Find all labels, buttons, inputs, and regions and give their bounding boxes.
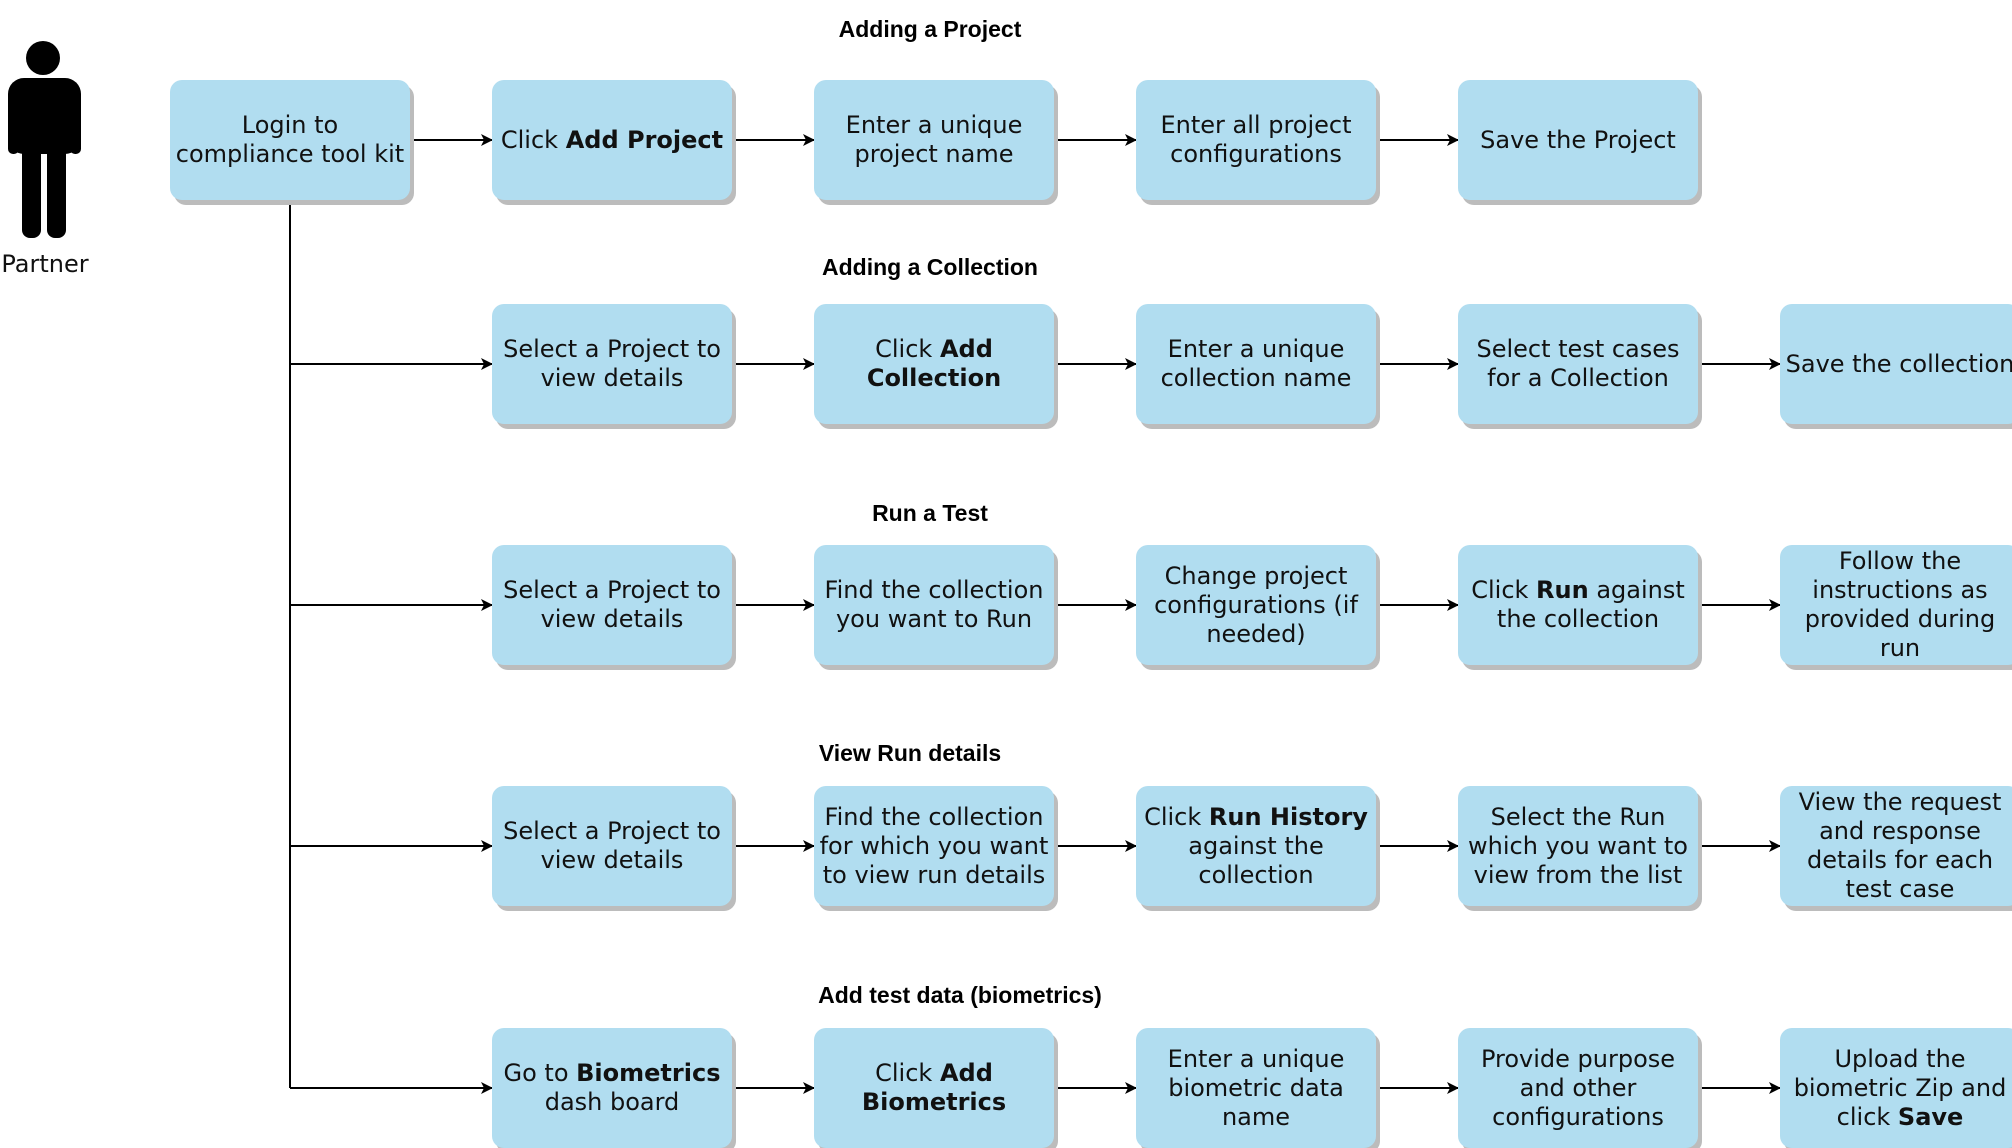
step-box-s2-3-before: Enter a unique collection name: [1160, 335, 1352, 392]
step-box-s2-4: Select test cases for a Collection: [1458, 304, 1698, 424]
step-box-s3-2-before: Find the collection you want to Run: [824, 576, 1044, 633]
step-box-s3-3: Change project configurations (if needed…: [1136, 545, 1376, 665]
step-box-s4-4-before: Select the Run which you want to view fr…: [1468, 802, 1688, 889]
step-box-s5-2: Click Add Biometrics: [814, 1028, 1054, 1148]
actor-label: Partner: [1, 250, 89, 278]
step-box-s5-5: Upload the biometric Zip and click Save: [1780, 1028, 2012, 1148]
login-box: Login to compliance tool kit: [170, 80, 410, 200]
step-box-s3-4-bold: Run: [1536, 576, 1589, 604]
step-box-s1-4-before: Save the Project: [1480, 125, 1676, 154]
step-box-s2-1-text: Select a Project to view details: [496, 335, 728, 393]
step-box-s4-5: View the request and response details fo…: [1780, 786, 2012, 906]
step-box-s5-5-text: Upload the biometric Zip and click Save: [1784, 1045, 2012, 1132]
step-box-s2-1-before: Select a Project to view details: [503, 335, 721, 392]
step-box-s2-5-text: Save the collection: [1786, 350, 2012, 379]
step-box-s3-5: Follow the instructions as provided duri…: [1780, 545, 2012, 665]
section-title-4: View Run details: [818, 740, 1002, 766]
step-box-s4-2-before: Find the collection for which you want t…: [819, 802, 1049, 889]
section-title-1: Adding a Project: [838, 16, 1022, 42]
step-box-s4-3-after: against the collection: [1188, 831, 1324, 889]
step-box-s3-4-text: Click Run against the collection: [1462, 576, 1694, 634]
section-title-2: Adding a Collection: [822, 254, 1038, 280]
step-box-s5-1-before: Go to: [503, 1059, 577, 1087]
step-box-s5-3-text: Enter a unique biometric data name: [1140, 1045, 1372, 1132]
step-box-s3-5-text: Follow the instructions as provided duri…: [1784, 547, 2012, 663]
step-box-s2-2-before: Click: [875, 335, 940, 363]
step-box-s2-2-text: Click Add Collection: [818, 335, 1050, 393]
step-box-s3-2-text: Find the collection you want to Run: [818, 576, 1050, 634]
step-box-s4-3-text: Click Run History against the collection: [1140, 803, 1372, 890]
step-box-s1-1: Click Add Project: [492, 80, 732, 200]
step-box-s3-1-before: Select a Project to view details: [503, 576, 721, 633]
step-box-s4-1-before: Select a Project to view details: [503, 817, 721, 874]
step-box-s4-2-text: Find the collection for which you want t…: [818, 803, 1050, 890]
step-box-s2-4-text: Select test cases for a Collection: [1462, 335, 1694, 393]
step-box-s5-3-before: Enter a unique biometric data name: [1167, 1044, 1345, 1131]
step-box-s3-3-text: Change project configurations (if needed…: [1140, 562, 1372, 649]
step-box-s1-3-before: Enter all project configurations: [1160, 111, 1352, 168]
step-box-s3-1-text: Select a Project to view details: [496, 576, 728, 634]
step-box-s1-1-bold: Add Project: [565, 125, 724, 154]
step-box-s1-1-text: Click Add Project: [501, 126, 723, 155]
step-box-s1-4: Save the Project: [1458, 80, 1698, 200]
step-box-s2-3-text: Enter a unique collection name: [1140, 335, 1372, 393]
step-box-s1-4-text: Save the Project: [1480, 126, 1676, 155]
step-box-s3-4: Click Run against the collection: [1458, 545, 1698, 665]
step-box-s1-2-before: Enter a unique project name: [845, 111, 1023, 168]
step-box-s4-1-text: Select a Project to view details: [496, 817, 728, 875]
step-box-s1-2: Enter a unique project name: [814, 80, 1054, 200]
step-box-s1-3-text: Enter all project configurations: [1140, 111, 1372, 169]
step-box-s2-4-before: Select test cases for a Collection: [1476, 335, 1680, 392]
step-box-s5-1-bold: Biometrics: [576, 1059, 721, 1087]
step-box-s3-4-before: Click: [1471, 576, 1537, 604]
step-box-s4-5-text: View the request and response details fo…: [1784, 788, 2012, 904]
step-box-s2-3: Enter a unique collection name: [1136, 304, 1376, 424]
step-box-s4-4: Select the Run which you want to view fr…: [1458, 786, 1698, 906]
step-box-s3-2: Find the collection you want to Run: [814, 545, 1054, 665]
step-box-s5-4: Provide purpose and other configurations: [1458, 1028, 1698, 1148]
step-box-s4-2: Find the collection for which you want t…: [814, 786, 1054, 906]
login-box-text: Login to compliance tool kit: [174, 111, 406, 169]
step-box-s2-5-before: Save the collection: [1785, 349, 2012, 378]
step-box-s5-1-after: dash board: [544, 1088, 680, 1116]
step-box-s2-5: Save the collection: [1780, 304, 2012, 424]
step-box-s1-2-text: Enter a unique project name: [818, 111, 1050, 169]
step-box-s3-1: Select a Project to view details: [492, 545, 732, 665]
step-box-s5-2-before: Click: [875, 1059, 940, 1087]
step-box-s4-3-bold: Run History: [1208, 802, 1368, 831]
step-box-s4-5-before: View the request and response details fo…: [1798, 788, 2002, 903]
step-box-s2-2: Click Add Collection: [814, 304, 1054, 424]
step-box-s4-3: Click Run History against the collection: [1136, 786, 1376, 906]
step-box-s5-4-text: Provide purpose and other configurations: [1462, 1045, 1694, 1132]
step-box-s2-1: Select a Project to view details: [492, 304, 732, 424]
step-box-s1-3: Enter all project configurations: [1136, 80, 1376, 200]
login-box-before: Login to compliance tool kit: [175, 111, 405, 168]
step-box-s4-1: Select a Project to view details: [492, 786, 732, 906]
step-box-s1-1-before: Click: [500, 125, 566, 154]
step-box-s5-3: Enter a unique biometric data name: [1136, 1028, 1376, 1148]
section-title-3: Run a Test: [872, 500, 988, 526]
person-icon: [8, 41, 81, 238]
step-box-s5-2-text: Click Add Biometrics: [818, 1059, 1050, 1117]
step-box-s3-3-before: Change project configurations (if needed…: [1154, 561, 1358, 648]
step-box-s5-4-before: Provide purpose and other configurations: [1480, 1044, 1676, 1131]
step-box-s3-5-before: Follow the instructions as provided duri…: [1804, 547, 1996, 662]
step-box-s5-1: Go to Biometrics dash board: [492, 1028, 732, 1148]
step-box-s5-5-bold: Save: [1897, 1102, 1964, 1131]
section-title-5: Add test data (biometrics): [818, 982, 1102, 1008]
step-box-s5-1-text: Go to Biometrics dash board: [496, 1059, 728, 1117]
step-box-s4-4-text: Select the Run which you want to view fr…: [1462, 803, 1694, 890]
step-box-s4-3-before: Click: [1144, 802, 1209, 831]
